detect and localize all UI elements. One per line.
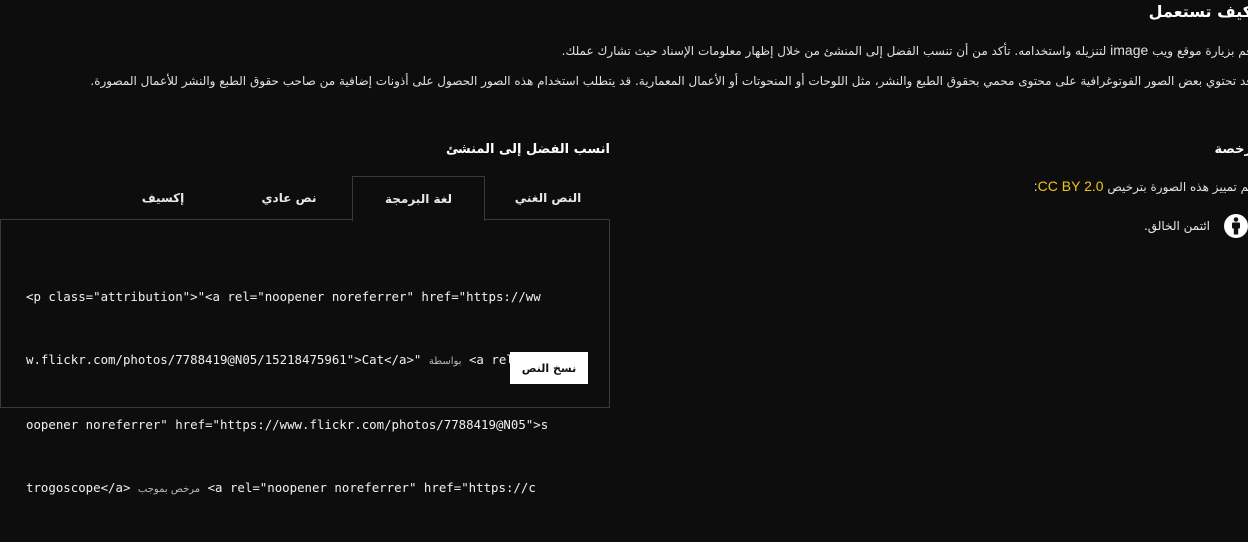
credit-creator-text: ائتمن الخالق.: [1143, 219, 1210, 233]
site-name: image: [1110, 42, 1149, 58]
code-line: oopener noreferrer" href="https://www.fl…: [26, 414, 591, 435]
code-text: trogoscope</a>: [26, 480, 138, 495]
person-attribution-icon: [1224, 214, 1248, 238]
attribution-tabs: النص الغني لغة البرمجة نص عادي إكسيف: [100, 176, 611, 221]
license-text: تم تمييز هذه الصورة بترخيص CC BY 2.0:: [1034, 178, 1248, 194]
code-text: <a rel="noopener noreferrer" href="https…: [200, 480, 536, 495]
how-to-use-title: كيف تستعمل: [1148, 2, 1248, 21]
code-text: w.flickr.com/photos/7788419@N05/15218475…: [26, 352, 429, 367]
code-line: trogoscope</a> مرخص بموجب <a rel="noopen…: [26, 477, 591, 500]
how-to-use-paragraph-1: قم بزيارة موقع ويب image لتنزيله واستخدا…: [562, 42, 1248, 58]
tab-xmp[interactable]: إكسيف: [100, 176, 226, 219]
attribution-title: انسب الفضل إلى المنشئ: [445, 142, 610, 157]
code-text: بواسطة: [428, 356, 462, 367]
license-description: تم تمييز هذه الصورة بترخيص: [1107, 180, 1248, 194]
tab-plain-text[interactable]: نص عادي: [226, 176, 352, 219]
tab-rich-text[interactable]: النص الغني: [485, 176, 611, 219]
paragraph-text: لتنزيله واستخدامه. تأكد من أن تنسب الفضل…: [561, 44, 1107, 58]
code-text: مرخص بموجب: [137, 484, 201, 495]
attribution-code-panel: <p class="attribution">"<a rel="noopener…: [0, 219, 610, 495]
copy-text-button[interactable]: نسخ النص: [510, 352, 588, 384]
license-by-row: ائتمن الخالق.: [1144, 214, 1248, 238]
paragraph-text: قم بزيارة موقع ويب: [1152, 44, 1248, 58]
attribution-code[interactable]: <p class="attribution">"<a rel="noopener…: [26, 244, 591, 542]
tab-html[interactable]: لغة البرمجة: [352, 176, 485, 221]
code-text: <p class="attribution">"<a rel="noopener…: [26, 289, 541, 304]
code-line: <p class="attribution">"<a rel="noopener…: [26, 286, 591, 307]
license-link[interactable]: CC BY 2.0: [1038, 178, 1104, 194]
how-to-use-paragraph-2: قد تحتوي بعض الصور الفوتوغرافية على محتو…: [90, 74, 1248, 88]
code-line: w.flickr.com/photos/7788419@N05/15218475…: [26, 349, 591, 372]
code-text: oopener noreferrer" href="https://www.fl…: [26, 417, 549, 432]
license-title: رخصة: [1214, 142, 1248, 157]
